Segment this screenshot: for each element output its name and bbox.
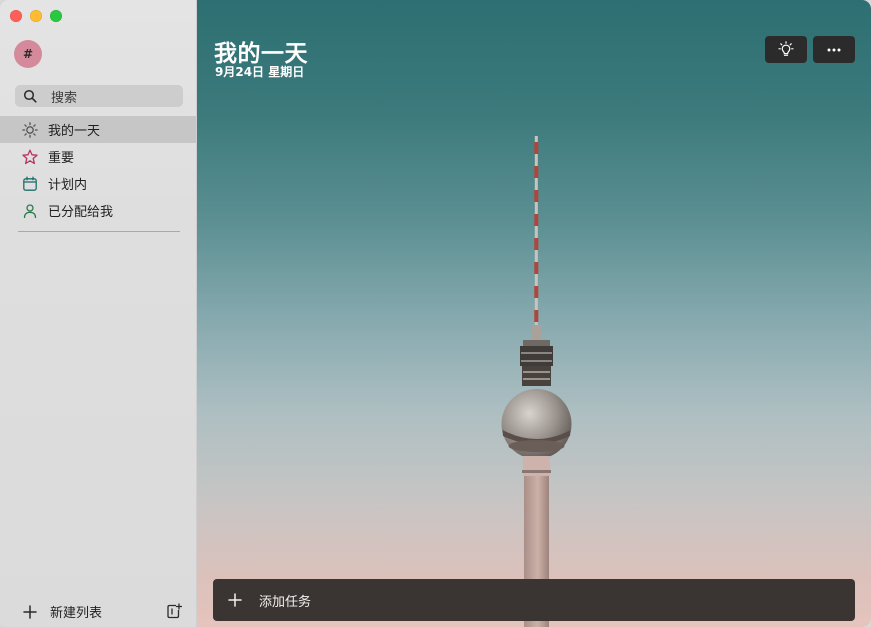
more-icon — [827, 48, 841, 51]
tv-tower-background — [501, 136, 572, 627]
sidebar-item-important[interactable]: 重要 — [0, 143, 196, 170]
star-icon — [22, 149, 38, 165]
new-group-button[interactable] — [166, 603, 183, 619]
sidebar-item-label: 重要 — [48, 151, 75, 166]
sidebar-item-planned[interactable]: 计划内 — [0, 170, 196, 197]
sidebar-divider — [18, 231, 180, 232]
sidebar: # 搜索 我的一天 重要 计划内 已分配给我 新建列表 — [0, 0, 197, 627]
suggestions-button[interactable] — [765, 36, 807, 63]
plus-icon — [22, 604, 38, 620]
maximize-window-button[interactable] — [50, 10, 62, 22]
sidebar-nav: 我的一天 重要 计划内 已分配给我 — [0, 116, 196, 224]
new-group-icon — [167, 603, 183, 619]
add-task-placeholder: 添加任务 — [259, 594, 312, 610]
main-panel: 我的一天 9月24日 星期日 添加任务 — [197, 0, 871, 627]
date-subtitle: 9月24日 星期日 — [215, 65, 305, 79]
plus-icon — [227, 592, 243, 608]
calendar-icon — [22, 176, 38, 192]
person-icon — [22, 203, 38, 219]
window-controls — [10, 10, 62, 22]
search-placeholder: 搜索 — [51, 90, 78, 106]
sidebar-item-label: 已分配给我 — [48, 205, 114, 220]
search-input[interactable]: 搜索 — [15, 85, 183, 107]
lightbulb-icon — [778, 40, 794, 56]
minimize-window-button[interactable] — [30, 10, 42, 22]
app-window: # 搜索 我的一天 重要 计划内 已分配给我 新建列表 我的一天 9月24日 星… — [0, 0, 871, 627]
add-task-input[interactable]: 添加任务 — [213, 579, 855, 621]
more-options-button[interactable] — [813, 36, 855, 63]
new-list-button[interactable]: 新建列表 — [22, 602, 102, 621]
search-icon — [23, 89, 37, 103]
new-list-label: 新建列表 — [50, 606, 103, 621]
avatar[interactable]: # — [14, 40, 42, 68]
sidebar-item-assigned-to-me[interactable]: 已分配给我 — [0, 197, 196, 224]
sidebar-item-my-day[interactable]: 我的一天 — [0, 116, 196, 143]
sidebar-item-label: 计划内 — [48, 178, 88, 193]
sun-icon — [22, 121, 38, 138]
sidebar-item-label: 我的一天 — [48, 124, 101, 139]
close-window-button[interactable] — [10, 10, 22, 22]
